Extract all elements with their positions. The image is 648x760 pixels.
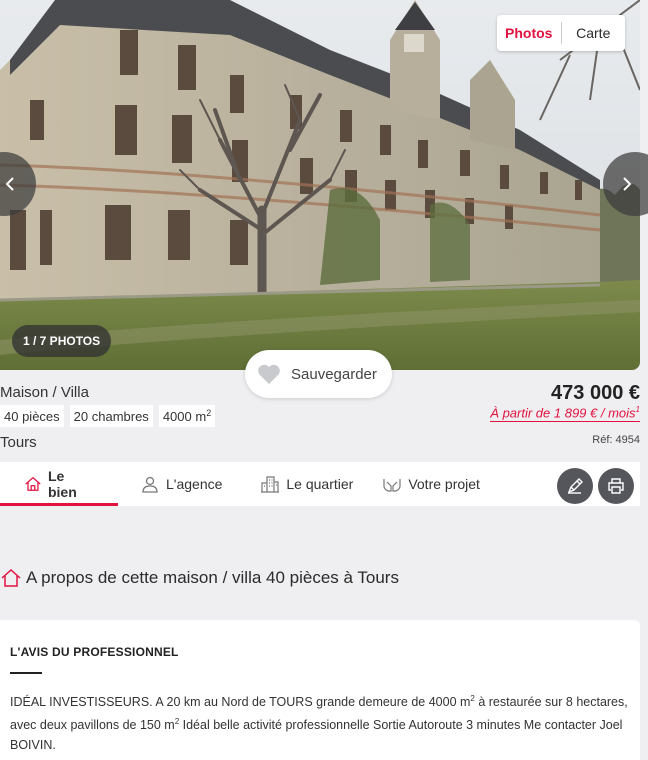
listing-photo[interactable]: Photos Carte 1 / 7 PHOTOS <box>0 0 640 370</box>
home-icon <box>1 568 21 587</box>
monthly-payment-link[interactable]: À partir de 1 899 € / mois1 <box>490 405 640 423</box>
save-label: Sauvegarder <box>291 365 377 383</box>
home-icon <box>25 476 41 491</box>
building-icon <box>261 476 280 493</box>
section-tabs: Le bien L'agence Le quartier Votre proje… <box>0 462 640 506</box>
chevron-right-icon <box>623 177 632 191</box>
price: 473 000 € <box>551 382 640 404</box>
area-chip: 4000 m2 <box>158 405 216 427</box>
property-features: 40 pièces 20 chambres 4000 m2 <box>0 405 216 427</box>
tab-label: Le bien <box>47 468 77 500</box>
rooms-chip: 40 pièces <box>0 405 64 427</box>
tab-projet[interactable]: Votre projet <box>382 462 480 506</box>
about-heading: A propos de cette maison / villa 40 pièc… <box>0 567 399 589</box>
pro-review-text: IDÉAL INVESTISSEURS. A 20 km au Nord de … <box>10 689 630 755</box>
print-button[interactable] <box>598 468 634 504</box>
about-title: A propos de cette maison / villa 40 pièc… <box>26 568 399 587</box>
tab-quartier[interactable]: Le quartier <box>260 462 353 506</box>
printer-icon <box>608 478 624 494</box>
photos-view-button[interactable]: Photos <box>497 25 561 41</box>
reference: Réf: 4954 <box>592 434 640 446</box>
map-view-button[interactable]: Carte <box>562 25 626 41</box>
save-listing-button[interactable]: Sauvegarder <box>245 350 392 398</box>
hands-icon <box>383 479 401 492</box>
heart-icon <box>258 364 280 384</box>
agent-icon <box>142 476 158 493</box>
city: Tours <box>0 434 37 451</box>
tab-label: Votre projet <box>408 476 480 492</box>
tab-agence[interactable]: L'agence <box>140 462 222 506</box>
pencil-share-icon <box>567 478 583 494</box>
heading-underline <box>10 672 42 674</box>
tab-label: L'agence <box>166 476 223 492</box>
tab-le-bien[interactable]: Le bien <box>0 462 118 506</box>
share-button[interactable] <box>557 468 593 504</box>
chevron-left-icon <box>5 177 14 191</box>
monthly-text: À partir de 1 899 € / mois <box>490 405 636 421</box>
view-toggle: Photos Carte <box>497 15 625 51</box>
property-type: Maison / Villa <box>0 384 89 401</box>
chateau-photo <box>0 0 640 370</box>
bedrooms-chip: 20 chambres <box>69 405 153 427</box>
area-exponent: 2 <box>206 408 212 418</box>
area-value: 4000 m <box>162 408 207 424</box>
pro-review-heading: L'AVIS DU PROFESSIONNEL <box>10 645 179 659</box>
pro-review-card: L'AVIS DU PROFESSIONNEL IDÉAL INVESTISSE… <box>0 620 640 760</box>
photo-counter[interactable]: 1 / 7 PHOTOS <box>12 325 112 357</box>
tab-label: Le quartier <box>286 476 354 492</box>
monthly-footnote: 1 <box>635 405 640 414</box>
review-text-part: IDÉAL INVESTISSEURS. A 20 km au Nord de … <box>10 695 471 710</box>
